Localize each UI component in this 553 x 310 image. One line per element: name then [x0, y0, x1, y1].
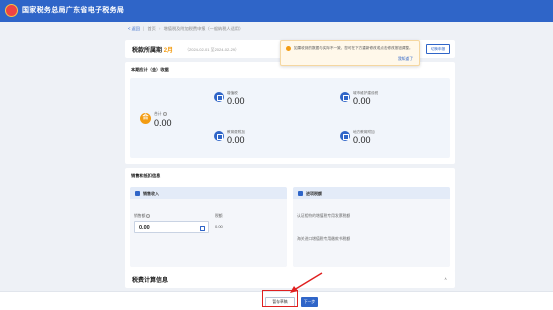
period-month: 2月	[163, 48, 174, 54]
income-item-value: 0.00	[353, 96, 371, 106]
input-tax-icon	[298, 190, 303, 196]
notice-confirm-link[interactable]: 我知道了	[398, 57, 413, 62]
total-icon: 合	[140, 113, 151, 124]
tax-calculation-title: 税费计算信息	[132, 278, 169, 284]
warning-icon	[286, 46, 291, 51]
period-label: 税款所属期 2月	[132, 48, 174, 54]
sales-panel: 销售收入 销售额 0.00 税额 0.00	[130, 187, 287, 267]
tax-bureau-emblem-icon	[5, 4, 18, 17]
certified-invoice-tax-label: 认证相符的增值税专用发票税额	[297, 214, 351, 218]
breadcrumb-back-link[interactable]: < 返回	[128, 26, 140, 31]
total-label: 合计	[154, 112, 167, 117]
sales-icon	[135, 190, 140, 196]
tax-amount-value: 0.00	[215, 224, 223, 229]
app-title: 国家税务总局广东省电子税务局	[22, 7, 125, 14]
education-fee-icon	[214, 131, 224, 141]
sales-amount-input[interactable]: 0.00	[134, 221, 209, 233]
income-item-value: 0.00	[227, 135, 245, 145]
sales-deduction-card: 销售和抵扣信息 销售收入 销售额 0.00 税额 0.00 进项税额 认证相符的…	[125, 168, 455, 272]
switch-declaration-button[interactable]: 切换申报	[426, 44, 450, 54]
pointer-arrow-icon	[290, 272, 323, 293]
urban-tax-icon	[340, 92, 350, 102]
help-icon	[162, 112, 167, 116]
income-item-value: 0.00	[227, 96, 245, 106]
help-icon	[146, 214, 151, 218]
calculator-icon[interactable]	[200, 225, 205, 231]
input-tax-panel-title: 进项税额	[306, 190, 322, 196]
tax-amount-label: 税额	[215, 214, 223, 218]
chevron-up-icon[interactable]: ∧	[444, 276, 447, 281]
income-summary-panel: 合 合计 0.00 增值税 0.00 城市维护建设税 0.00 教育费附加 0.…	[130, 78, 450, 158]
total-value: 0.00	[154, 118, 172, 128]
notice-message: 如果收到的数据与实际不一致，您可在下方重新修改或点击修改按钮调整。	[294, 46, 413, 50]
next-step-button[interactable]: 下一步	[301, 296, 318, 307]
deduction-section-title: 销售和抵扣信息	[131, 173, 161, 178]
vat-icon	[214, 92, 224, 102]
period-range: （2024-02-01 至2024-02-29）	[185, 46, 240, 52]
breadcrumb-home[interactable]: 首页	[147, 26, 155, 31]
sales-amount-value: 0.00	[139, 225, 150, 231]
breadcrumb-current: 增值税及附加税费申报（一般纳税人适用）	[163, 26, 244, 31]
income-item-value: 0.00	[353, 135, 371, 145]
top-header: 国家税务总局广东省电子税务局	[0, 0, 553, 22]
sales-amount-label: 销售额	[134, 214, 151, 219]
customs-payment-tax-label: 海关进口增值税专用缴款书税额	[297, 237, 351, 241]
breadcrumb: < 返回 | 首页 › 增值税及附加税费申报（一般纳税人适用）	[128, 26, 244, 31]
sales-panel-title: 销售收入	[143, 190, 159, 196]
income-summary-card: 本期应计（金）收据 合 合计 0.00 增值税 0.00 城市维护建设税 0.0…	[125, 62, 455, 164]
notice-popup: 如果收到的数据与实际不一致，您可在下方重新修改或点击修改按钮调整。 我知道了	[280, 40, 420, 66]
local-education-icon	[340, 131, 350, 141]
income-section-title: 本期应计（金）收据	[131, 67, 169, 72]
input-tax-panel: 进项税额 认证相符的增值税专用发票税额 海关进口增值税专用缴款书税额	[293, 187, 450, 267]
